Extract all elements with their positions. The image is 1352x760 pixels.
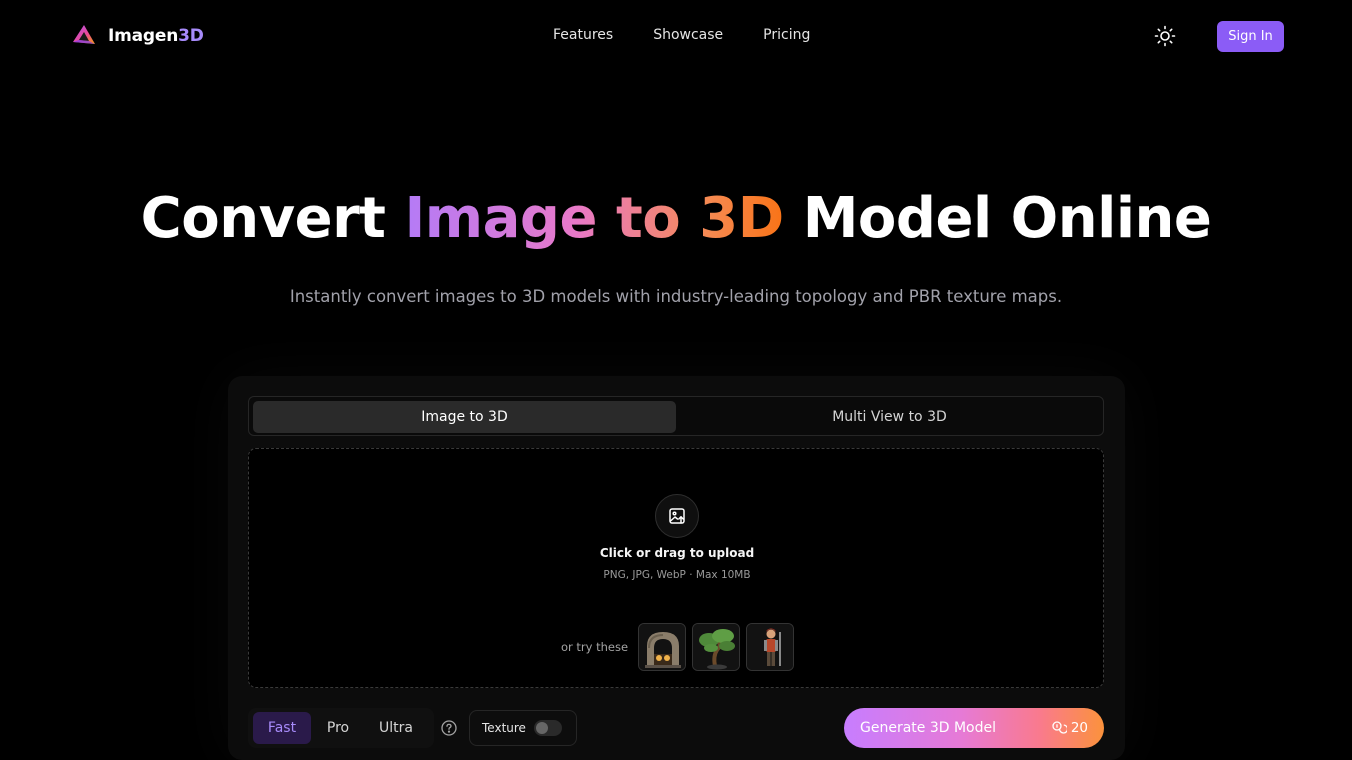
sample-images: or try these xyxy=(561,623,795,671)
nav-link-features[interactable]: Features xyxy=(553,27,613,43)
nav-link-showcase[interactable]: Showcase xyxy=(653,27,723,43)
warrior-character-image xyxy=(747,624,794,670)
toggle-knob xyxy=(536,722,548,734)
sample-stone-arch[interactable] xyxy=(638,623,687,671)
generate-3d-model-button[interactable]: Generate 3D Model 20 xyxy=(844,708,1104,748)
hero-subtitle: Instantly convert images to 3D models wi… xyxy=(289,287,1063,306)
upload-title: Click or drag to upload xyxy=(599,546,755,560)
nav-links: Features Showcase Pricing xyxy=(553,27,810,43)
upload-button[interactable] xyxy=(655,494,699,538)
tab-multi-view-to-3d[interactable]: Multi View to 3D xyxy=(678,401,1101,433)
hero-title: Convert Image to 3D Model Online xyxy=(0,186,1352,251)
top-nav: Imagen3D Features Showcase Pricing Sign … xyxy=(0,0,1352,72)
stone-arch-image xyxy=(639,624,686,670)
sign-in-button[interactable]: Sign In xyxy=(1217,21,1284,52)
sun-icon[interactable] xyxy=(1154,25,1176,47)
hero-title-pre: Convert xyxy=(140,186,386,251)
sample-bonsai-tree[interactable] xyxy=(692,623,741,671)
texture-label: Texture xyxy=(482,721,526,735)
quality-option-pro[interactable]: Pro xyxy=(314,712,362,744)
hero-title-post: Model Online xyxy=(802,186,1212,251)
brand-logo[interactable]: Imagen3D xyxy=(70,22,204,50)
converter-card: Image to 3D Multi View to 3D Click or dr… xyxy=(228,376,1125,760)
upload-dropzone[interactable]: Click or drag to upload PNG, JPG, WebP ·… xyxy=(248,448,1104,688)
coins-icon xyxy=(1052,721,1067,734)
brand-name: Imagen3D xyxy=(108,26,204,46)
tab-image-to-3d[interactable]: Image to 3D xyxy=(253,401,676,433)
sample-warrior-character[interactable] xyxy=(746,623,795,671)
logo-icon xyxy=(73,25,95,44)
texture-toggle-group: Texture xyxy=(469,710,577,746)
quality-option-fast[interactable]: Fast xyxy=(253,712,311,744)
quality-selector: Fast Pro Ultra xyxy=(248,708,434,748)
generate-label: Generate 3D Model xyxy=(860,720,997,736)
quality-option-ultra[interactable]: Ultra xyxy=(369,712,423,744)
mode-tabs: Image to 3D Multi View to 3D xyxy=(248,396,1104,436)
bonsai-tree-image xyxy=(693,624,740,670)
texture-toggle[interactable] xyxy=(534,720,562,736)
upload-formats: PNG, JPG, WebP · Max 10MB xyxy=(603,569,751,581)
credits-badge: 20 xyxy=(1051,720,1088,736)
hero-title-highlight: Image to 3D xyxy=(404,186,784,251)
credits-count: 20 xyxy=(1070,720,1088,736)
help-icon[interactable] xyxy=(441,720,457,736)
nav-link-pricing[interactable]: Pricing xyxy=(763,27,810,43)
try-label: or try these xyxy=(561,640,629,654)
image-upload-icon xyxy=(669,508,685,524)
